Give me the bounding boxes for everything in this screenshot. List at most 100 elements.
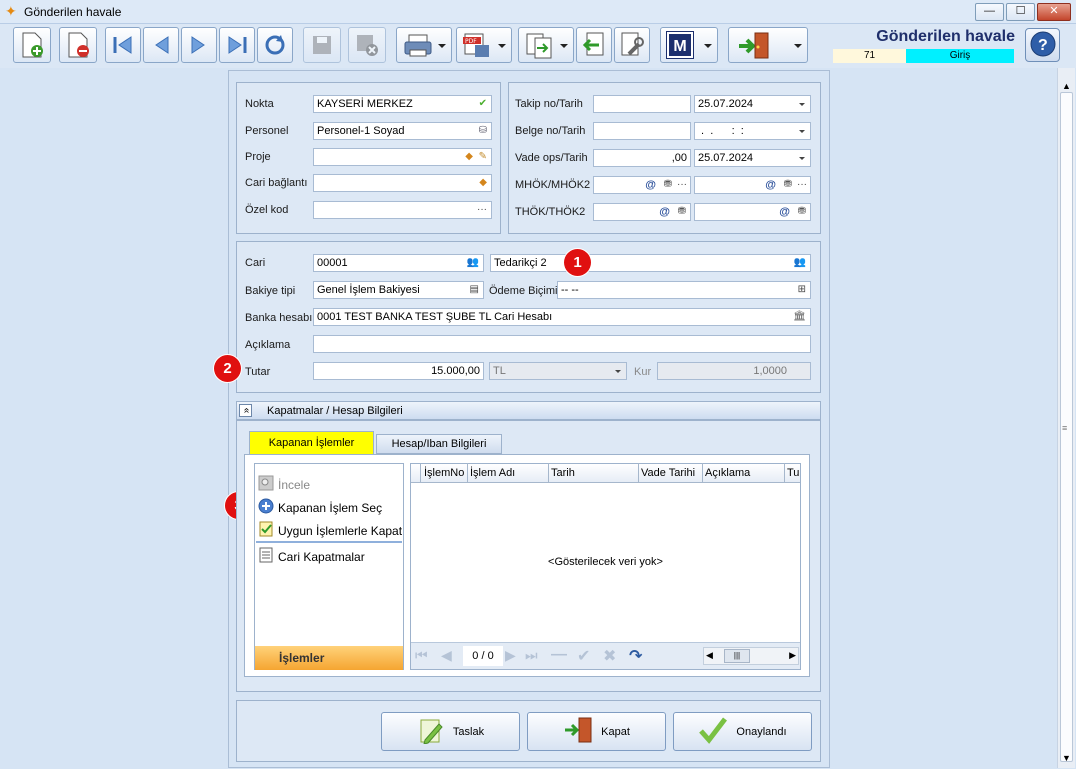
scroll-right-icon[interactable]: ▶	[789, 650, 796, 661]
odeme-field[interactable]: -- -- ⊞	[557, 281, 811, 299]
printer-icon	[403, 33, 433, 62]
last-record-button[interactable]	[219, 27, 255, 63]
mhok-field[interactable]: @ ⛃ ···	[593, 176, 691, 194]
incele-item[interactable]: İncele	[258, 475, 310, 494]
close-button[interactable]: ✕	[1037, 3, 1071, 21]
column-header-tutar[interactable]: Tu	[785, 463, 800, 483]
email-icon[interactable]: @	[779, 206, 790, 218]
lookup-icon[interactable]: ⛃	[784, 179, 792, 191]
vade-ops-field[interactable]: ,00	[593, 149, 691, 167]
email-icon[interactable]: @	[659, 206, 670, 218]
belge-no-field[interactable]	[593, 122, 691, 140]
thok2-field[interactable]: @ ⛃	[694, 203, 811, 221]
scroll-thumb[interactable]: ≡	[1060, 92, 1073, 762]
scroll-thumb[interactable]: |||	[724, 649, 750, 663]
exit-dropdown[interactable]	[728, 27, 808, 63]
eraser-icon[interactable]: ◆	[479, 177, 487, 189]
email-icon[interactable]: @	[765, 179, 776, 191]
horizontal-scrollbar[interactable]: ◀ ||| ▶	[703, 647, 799, 665]
column-header-islemno[interactable]: İşlemNo	[422, 463, 468, 483]
next-record-button[interactable]	[181, 27, 217, 63]
edit-icon[interactable]: ✎	[479, 151, 487, 163]
nav-last-icon[interactable]: ⏭	[525, 647, 538, 664]
nav-prev-icon[interactable]: ◀	[441, 647, 452, 664]
banka-field[interactable]: 0001 TEST BANKA TEST ŞUBE TL Cari Hesabı…	[313, 308, 811, 326]
previous-icon	[150, 34, 172, 56]
delete-record-button[interactable]	[59, 27, 97, 63]
eraser-icon[interactable]: ◆	[465, 151, 473, 163]
currency-select[interactable]: TL	[489, 362, 627, 380]
cari-baglanti-field[interactable]: ◆	[313, 174, 492, 192]
tutar-field[interactable]: 15.000,00	[313, 362, 484, 380]
takip-no-field[interactable]	[593, 95, 691, 113]
nokta-field[interactable]: KAYSERİ MERKEZ ✔	[313, 95, 492, 113]
taslak-button[interactable]: Taslak	[381, 712, 520, 751]
import-button[interactable]	[576, 27, 612, 63]
nav-confirm-icon[interactable]: ✔	[577, 646, 590, 666]
column-header-islem-adi[interactable]: İşlem Adı	[468, 463, 549, 483]
previous-record-button[interactable]	[143, 27, 179, 63]
copy-dropdown[interactable]	[518, 27, 574, 63]
settings-button[interactable]	[614, 27, 650, 63]
ellipsis-button[interactable]: ···	[677, 179, 687, 191]
lookup-icon[interactable]: ⛃	[678, 206, 686, 218]
ellipsis-button[interactable]: ···	[477, 204, 487, 216]
nav-delete-icon[interactable]: —	[551, 646, 567, 664]
pdf-export-dropdown[interactable]: PDF	[456, 27, 512, 63]
scroll-left-icon[interactable]: ◀	[706, 650, 713, 661]
first-record-button[interactable]	[105, 27, 141, 63]
column-header-tarih[interactable]: Tarih	[549, 463, 639, 483]
section-header[interactable]: « Kapatmalar / Hesap Bilgileri	[236, 401, 821, 420]
aciklama-field[interactable]	[313, 335, 811, 353]
cari-kapatmalar-item[interactable]: Cari Kapatmalar	[258, 547, 365, 566]
cancel-save-button[interactable]	[348, 27, 386, 63]
kapat-button[interactable]: Kapat	[527, 712, 666, 751]
islemler-footer[interactable]: İşlemler	[255, 646, 403, 670]
lookup-icon[interactable]: ⛃	[664, 179, 672, 191]
thok-field[interactable]: @ ⛃	[593, 203, 691, 221]
email-icon[interactable]: @	[645, 179, 656, 191]
nav-cancel-icon[interactable]: ✖	[603, 646, 616, 666]
personel-field[interactable]: Personel-1 Soyad ⛁	[313, 122, 492, 140]
maximize-button[interactable]: ☐	[1006, 3, 1035, 21]
nav-first-icon[interactable]: ⏮	[415, 647, 428, 664]
scroll-down-icon[interactable]: ▼	[1062, 753, 1071, 763]
kur-field[interactable]: 1,0000	[657, 362, 811, 380]
minimize-button[interactable]: —	[975, 3, 1004, 21]
bakiye-field[interactable]: Genel İşlem Bakiyesi ▤	[313, 281, 484, 299]
vade-tarih-field[interactable]: 25.07.2024	[694, 149, 811, 167]
kapanan-islem-sec-item[interactable]: Kapanan İşlem Seç	[258, 498, 382, 517]
column-header-aciklama[interactable]: Açıklama	[703, 463, 785, 483]
nav-next-icon[interactable]: ▶	[505, 647, 516, 664]
uygun-islemlerle-kapat-item[interactable]: Uygun İşlemlerle Kapat	[258, 521, 402, 540]
takip-tarih-field[interactable]: 25.07.2024	[694, 95, 811, 113]
tree-icon[interactable]: ⊞	[798, 284, 806, 296]
column-header-vade-tarihi[interactable]: Vade Tarihi	[639, 463, 703, 483]
tab-hesap-iban[interactable]: Hesap/Iban Bilgileri	[376, 434, 502, 454]
save-button[interactable]	[303, 27, 341, 63]
print-dropdown[interactable]	[396, 27, 452, 63]
cari-code-field[interactable]: 00001 👥	[313, 254, 484, 272]
person-lookup-icon[interactable]: ⛁	[479, 125, 487, 137]
new-record-button[interactable]	[13, 27, 51, 63]
ellipsis-button[interactable]: ···	[797, 179, 807, 191]
help-button[interactable]: ?	[1025, 28, 1060, 62]
tab-kapanan-islemler[interactable]: Kapanan İşlemler	[249, 431, 374, 454]
collapse-icon[interactable]: «	[239, 404, 252, 417]
vertical-scrollbar[interactable]: ▲ ≡ ▼	[1057, 68, 1075, 768]
bank-icon[interactable]: 🏛	[793, 311, 806, 323]
people-icon[interactable]: 👥	[794, 257, 806, 269]
list-icon[interactable]: ▤	[470, 284, 479, 296]
onaylandi-button[interactable]: Onaylandı	[673, 712, 812, 751]
nav-refresh-icon[interactable]: ↷	[629, 646, 642, 666]
ozel-kod-field[interactable]: ···	[313, 201, 492, 219]
lookup-icon[interactable]: ⛃	[798, 206, 806, 218]
refresh-button[interactable]	[257, 27, 293, 63]
people-icon[interactable]: 👥	[467, 257, 479, 269]
proje-field[interactable]: ◆ ✎	[313, 148, 492, 166]
mhok2-field[interactable]: @ ⛃ ···	[694, 176, 811, 194]
scroll-up-icon[interactable]: ▲	[1062, 81, 1071, 91]
belge-tarih-field[interactable]: . . : :	[694, 122, 811, 140]
cari-name-field[interactable]: Tedarikçi 2 👥	[490, 254, 811, 272]
module-dropdown[interactable]: M	[660, 27, 718, 63]
